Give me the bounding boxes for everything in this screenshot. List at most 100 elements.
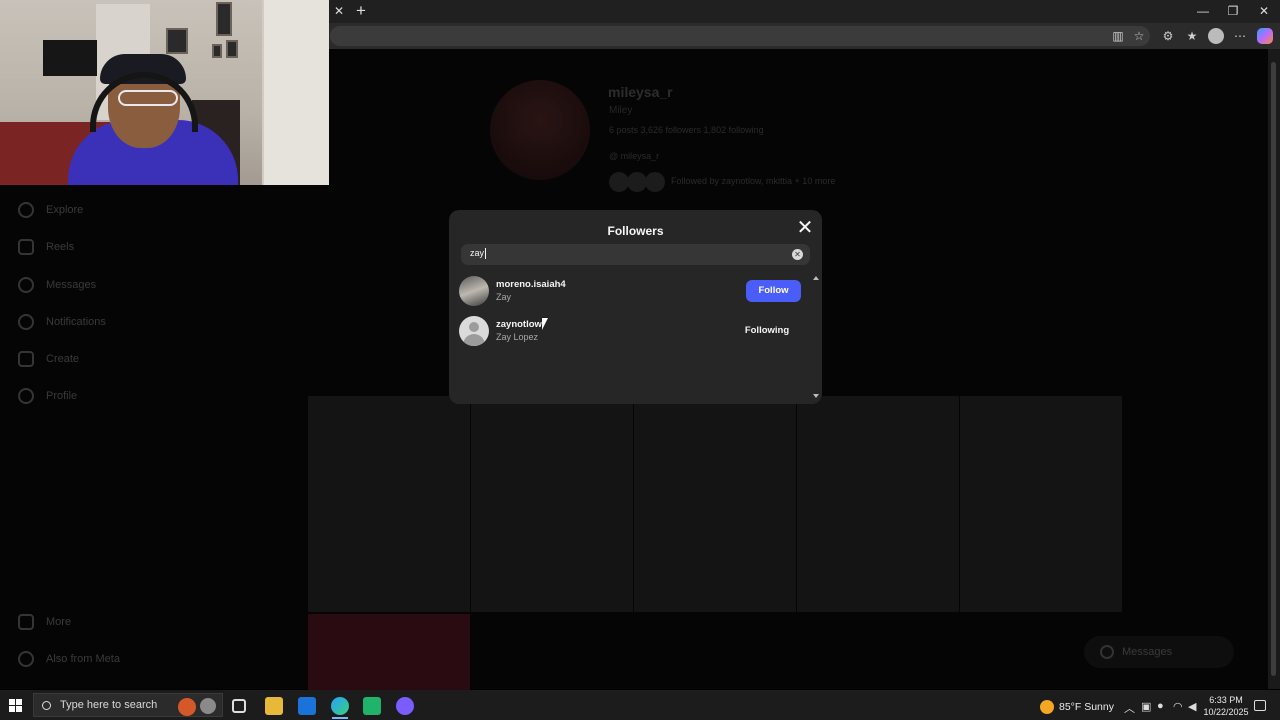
sidebar-item-label: Reels [46, 241, 75, 253]
sidebar-item-label: Profile [46, 390, 78, 402]
sidebar-item-label: More [46, 616, 72, 628]
sidebar-item-reels[interactable]: Reels [18, 237, 74, 257]
tab-close-button[interactable]: ✕ [332, 3, 346, 19]
plus-square-icon [18, 351, 34, 367]
post-thumbnail[interactable] [471, 396, 633, 612]
sidebar-item-label: Explore [46, 204, 84, 216]
modal-title: Followers [607, 224, 664, 238]
notifications-icon[interactable] [1254, 700, 1266, 711]
post-thumbnail[interactable] [960, 396, 1122, 612]
window-close-button[interactable]: ✕ [1253, 2, 1275, 20]
outlook-icon[interactable] [298, 697, 316, 715]
profile-name: Miley [609, 105, 633, 116]
collections-icon[interactable]: ★ [1183, 27, 1201, 45]
mutual-avatar [645, 172, 665, 192]
messenger-icon [18, 277, 34, 293]
taskbar-clock[interactable]: 6:33 PM 10/22/2025 [1196, 694, 1256, 718]
webcam-person-glasses [118, 90, 178, 106]
menu-icon [18, 614, 34, 630]
weather-text[interactable]: 85°F Sunny [1059, 701, 1114, 713]
active-app-indicator [332, 717, 348, 719]
reels-icon [18, 239, 34, 255]
follower-full-name: Zay [496, 292, 512, 302]
sidebar-item-label: Messages [46, 279, 97, 291]
sidebar-item-notifications[interactable]: Notifications [18, 312, 106, 332]
avatar-icon [18, 388, 34, 404]
default-avatar-head [469, 322, 479, 332]
profile-picture[interactable] [490, 80, 590, 180]
sidebar-item-label: Also from Meta [46, 653, 120, 665]
post-thumbnail[interactable] [634, 396, 796, 612]
follower-row[interactable]: zaynotlow Zay Lopez Following [449, 311, 822, 351]
search-input[interactable]: zay [470, 248, 487, 260]
mutual-avatar [627, 172, 647, 192]
chevron-up-icon[interactable]: ︿ [1124, 700, 1135, 716]
restore-button[interactable]: ❐ [1222, 2, 1244, 20]
search-highlight-icon[interactable] [200, 698, 216, 714]
post-thumbnail[interactable] [308, 396, 470, 612]
mouse-cursor-icon [542, 318, 548, 330]
more-icon[interactable]: ⋯ [1231, 27, 1249, 45]
profile-stats: 6 posts 3,626 followers 1,802 following [609, 125, 764, 135]
follower-username[interactable]: zaynotlow [496, 319, 542, 330]
wifi-icon[interactable]: ◠ [1173, 700, 1183, 713]
favorites-star-icon[interactable]: ☆ [1130, 27, 1148, 45]
avatar[interactable] [459, 316, 489, 346]
edge-icon[interactable] [331, 697, 349, 715]
webcam-bg-frame [166, 28, 188, 54]
microphone-icon[interactable]: ● [1157, 700, 1164, 712]
follower-row[interactable]: moreno.isaiah4 Zay Follow [449, 271, 822, 311]
split-screen-icon[interactable]: ▥ [1109, 27, 1127, 45]
new-tab-button[interactable]: + [352, 1, 370, 21]
minimize-button[interactable]: — [1192, 2, 1214, 20]
page-scroll-thumb[interactable] [1271, 62, 1276, 676]
followed-by-text[interactable]: Followed by zaynotlow, mkittia + 10 more [671, 176, 835, 186]
followers-modal: Followers ✕ zay ✕ moreno.isaiah4 Zay Fol… [449, 210, 822, 404]
address-input[interactable] [330, 26, 1150, 46]
sidebar-item-profile[interactable]: Profile [18, 386, 77, 406]
search-input-value: zay [470, 248, 485, 258]
modal-scroll-down-arrow-icon[interactable] [813, 394, 819, 398]
post-thumbnail[interactable] [797, 396, 959, 612]
app-icon[interactable] [363, 697, 381, 715]
task-view-icon[interactable] [232, 699, 246, 713]
follower-username[interactable]: moreno.isaiah4 [496, 279, 566, 290]
close-icon[interactable]: ✕ [794, 215, 816, 241]
taskbar-search-placeholder: Type here to search [60, 699, 158, 711]
clear-search-icon[interactable]: ✕ [792, 249, 803, 260]
heart-icon [18, 314, 34, 330]
windows-start-icon[interactable] [9, 699, 22, 712]
weather-sun-icon[interactable] [1040, 700, 1054, 714]
meta-icon [18, 651, 34, 667]
following-button[interactable]: Following [739, 320, 795, 342]
sidebar-item-explore[interactable]: Explore [18, 200, 83, 220]
messages-pill[interactable]: Messages [1084, 636, 1234, 668]
webcam-overlay [0, 0, 329, 185]
extensions-icon[interactable]: ⚙ [1159, 27, 1177, 45]
sidebar-item-meta[interactable]: Also from Meta [18, 649, 120, 669]
sidebar-item-more[interactable]: More [18, 612, 71, 632]
profile-username: mileysa_r [608, 84, 673, 100]
discord-icon[interactable] [396, 697, 414, 715]
search-field[interactable]: zay ✕ [461, 244, 810, 265]
compass-icon [18, 202, 34, 218]
sidebar-item-create[interactable]: Create [18, 349, 79, 369]
copilot-icon[interactable] [1257, 28, 1273, 44]
follower-full-name: Zay Lopez [496, 332, 539, 342]
messages-pill-label: Messages [1122, 646, 1173, 658]
avatar[interactable] [459, 276, 489, 306]
basketball-icon[interactable] [178, 698, 196, 716]
sidebar-item-messages[interactable]: Messages [18, 275, 96, 295]
sidebar-item-label: Notifications [46, 316, 106, 328]
follow-button[interactable]: Follow [746, 280, 801, 302]
profile-link[interactable]: @ mileysa_r [609, 151, 659, 161]
search-icon [42, 700, 51, 710]
profile-icon[interactable] [1208, 28, 1224, 44]
sidebar-item-label: Create [46, 353, 80, 365]
webcam-bg-frame [216, 2, 232, 36]
post-thumbnail[interactable] [308, 614, 470, 690]
webcam-bg-tv [43, 40, 97, 76]
file-explorer-icon[interactable] [265, 697, 283, 715]
meet-now-icon[interactable]: ▣ [1141, 700, 1151, 713]
clock-date: 10/22/2025 [1203, 707, 1249, 717]
